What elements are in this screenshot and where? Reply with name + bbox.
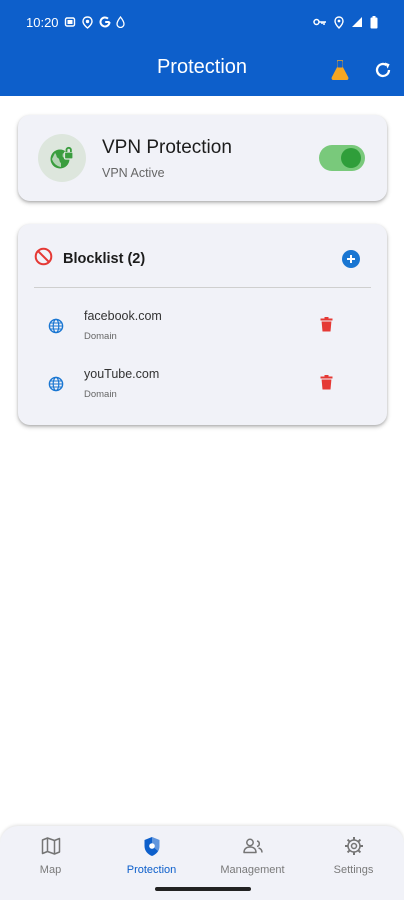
nav-label-management: Management: [220, 864, 285, 876]
blocklist-header: Blocklist (2): [34, 247, 371, 271]
nav-label-settings: Settings: [333, 864, 374, 876]
blocklist-card: Blocklist (2) facebook.com Domain youTub…: [18, 224, 387, 425]
block-icon: [34, 247, 53, 271]
nav-label-protection: Protection: [126, 864, 177, 876]
location-shield-icon: [81, 15, 94, 29]
list-item[interactable]: facebook.com Domain: [18, 306, 387, 352]
nav-item-management[interactable]: Management: [202, 835, 303, 885]
bottom-navigation: Map Protection Management Settings: [0, 826, 404, 900]
refresh-icon[interactable]: [371, 58, 395, 82]
beaker-icon[interactable]: [328, 58, 352, 82]
google-icon: [99, 16, 111, 28]
vpn-toggle-knob: [341, 148, 361, 168]
battery-icon: [370, 15, 378, 29]
status-bar: 10:20: [0, 0, 404, 44]
gear-icon: [344, 835, 364, 857]
vpn-toggle[interactable]: [319, 145, 365, 171]
globe-icon: [48, 318, 64, 339]
vpn-globe-lock-icon: [38, 134, 86, 182]
location-icon: [334, 15, 344, 29]
divider: [34, 287, 371, 288]
globe-icon: [48, 376, 64, 397]
home-indicator: [155, 887, 251, 891]
signal-icon: [351, 16, 363, 28]
nav-item-protection[interactable]: Protection: [101, 835, 202, 885]
vpn-card-title: VPN Protection: [102, 137, 232, 158]
vpn-key-icon: [313, 17, 327, 27]
nav-item-map[interactable]: Map: [0, 835, 101, 885]
domain-name: facebook.com: [84, 309, 162, 323]
blocklist-title: Blocklist (2): [63, 251, 146, 267]
vpn-status-text: VPN Active: [102, 166, 165, 180]
domain-type: Domain: [84, 389, 117, 400]
nav-label-map: Map: [39, 864, 62, 876]
nav-item-settings[interactable]: Settings: [303, 835, 404, 885]
add-circle-icon[interactable]: [342, 250, 360, 268]
people-icon: [242, 835, 264, 857]
trash-icon[interactable]: [320, 317, 333, 337]
status-time: 10:20: [26, 14, 59, 30]
domain-name: youTube.com: [84, 367, 160, 381]
water-drop-icon: [115, 16, 125, 28]
vpn-protection-card: VPN Protection VPN Active: [18, 115, 387, 201]
domain-type: Domain: [84, 331, 117, 342]
trash-icon[interactable]: [320, 375, 333, 395]
shield-icon: [143, 835, 161, 857]
screen-cast-icon: [64, 16, 76, 28]
map-icon: [41, 835, 61, 857]
list-item[interactable]: youTube.com Domain: [18, 364, 387, 410]
app-bar: 10:20 Protection: [0, 0, 404, 96]
